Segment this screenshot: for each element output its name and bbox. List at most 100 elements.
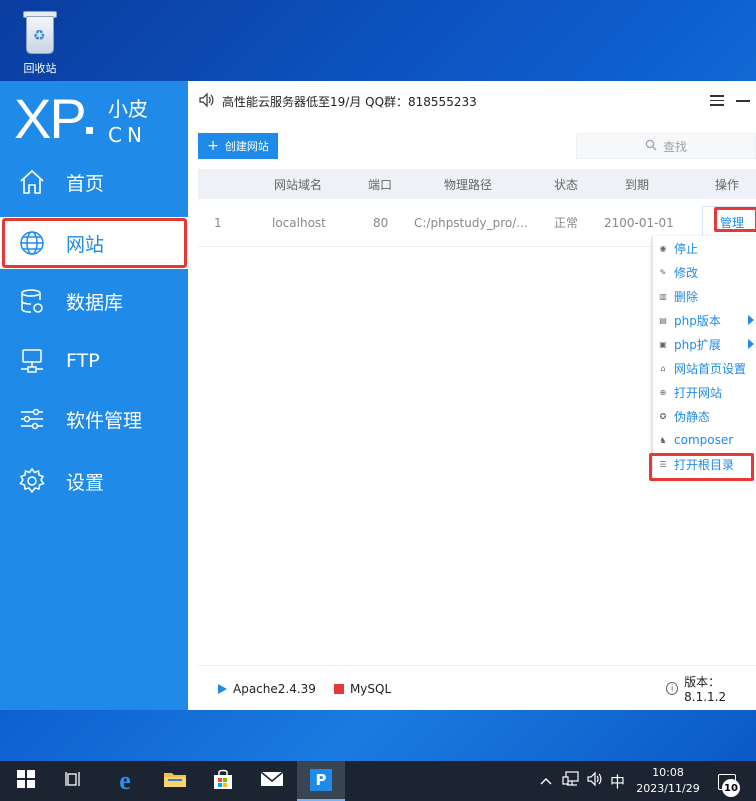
menu-item-label: 删除 <box>674 289 699 304</box>
mail-button[interactable] <box>248 761 296 801</box>
submenu-arrow-icon <box>748 339 754 349</box>
manage-button[interactable]: 管理 <box>702 206 756 238</box>
menu-item-label: 打开根目录 <box>674 457 735 472</box>
sidebar-item-database[interactable]: 数据库 <box>0 275 188 327</box>
phpstudy-taskbar-button[interactable]: P <box>297 761 345 801</box>
info-icon: i <box>666 682 679 695</box>
row-port: 80 <box>373 215 389 230</box>
phpstudy-window: XP 小皮 CN 首页 网站 数据库 FTP 软件管理 设置 高性能云服务器低至… <box>0 81 756 710</box>
recycle-bin-icon: ♻ <box>20 8 60 56</box>
apache-status[interactable]: Apache2.4.39 <box>233 682 316 696</box>
clock-date: 2023/11/29 <box>636 782 700 795</box>
column-header: 端口 <box>368 177 393 192</box>
search-placeholder: 查找 <box>662 139 687 154</box>
menu-item-php-version[interactable]: ▤ php版本 <box>653 308 756 332</box>
task-view-icon <box>65 770 83 792</box>
announcement-text[interactable]: 高性能云服务器低至19/月 QQ群：818555233 <box>222 93 477 110</box>
sidebar-item-label: 软件管理 <box>66 409 143 432</box>
manage-button-label: 管理 <box>719 215 744 230</box>
php-version-icon: ▤ <box>659 315 667 325</box>
windows-icon <box>17 770 35 792</box>
row-index: 1 <box>214 215 222 230</box>
sidebar-item-software[interactable]: 软件管理 <box>0 393 188 445</box>
manage-context-menu: ◉ 停止 ✎ 修改 ▥ 删除 ▤ php版本 ▣ php扩展 ⌂ 网站首页设置 … <box>653 236 756 478</box>
menu-item-rewrite[interactable]: ✪ 伪静态 <box>653 404 756 428</box>
topbar: 高性能云服务器低至19/月 QQ群：818555233 <box>188 81 756 121</box>
trash-icon: ▥ <box>659 291 667 301</box>
phpstudy-app-icon: P <box>310 769 332 791</box>
mail-icon <box>260 770 284 792</box>
taskbar-clock[interactable]: 10:08 2023/11/29 <box>630 765 706 797</box>
globe-icon <box>16 227 48 259</box>
recycle-bin-desktop-icon[interactable]: ♻ 回收站 <box>14 8 66 76</box>
sidebar-item-home[interactable]: 首页 <box>0 156 188 208</box>
submenu-arrow-icon <box>748 315 754 325</box>
task-view-button[interactable] <box>50 761 98 801</box>
row-path: C:/phpstudy_pro/... <box>414 215 528 230</box>
menu-item-homepage-settings[interactable]: ⌂ 网站首页设置 <box>653 356 756 380</box>
folder-list-icon: ☰ <box>659 459 667 469</box>
composer-icon: ♞ <box>659 435 667 445</box>
menu-item-label: 伪静态 <box>674 409 711 424</box>
table-header: 网站域名 端口 物理路径 状态 到期 操作 <box>198 169 756 199</box>
menu-item-php-extension[interactable]: ▣ php扩展 <box>653 332 756 356</box>
logo-bottom: CN <box>108 123 147 147</box>
clock-time: 10:08 <box>652 766 684 779</box>
logo-main: XP <box>14 87 87 150</box>
notification-center-button[interactable]: 10 <box>714 769 740 797</box>
sliders-icon <box>16 403 48 435</box>
ime-indicator[interactable]: 中 <box>610 771 625 792</box>
edge-button[interactable]: e <box>101 761 149 801</box>
menu-item-label: composer <box>674 433 734 447</box>
notification-count-badge: 10 <box>722 779 740 797</box>
menu-item-stop[interactable]: ◉ 停止 <box>653 236 756 260</box>
network-icon[interactable] <box>562 771 580 791</box>
taskbar: e P 中 10:08 2023/11/29 10 <box>0 761 756 801</box>
start-button[interactable] <box>2 761 50 801</box>
create-website-label: 创建网站 <box>224 140 269 153</box>
version-text: 版本：8.1.1.2 <box>684 675 727 704</box>
edge-icon: e <box>119 766 131 795</box>
menu-item-composer[interactable]: ♞ composer <box>653 428 756 452</box>
sidebar-item-settings[interactable]: 设置 <box>0 455 188 507</box>
play-icon <box>218 683 227 694</box>
column-header: 状态 <box>554 177 579 192</box>
ftp-icon <box>16 345 48 377</box>
menu-item-open-site[interactable]: ⊕ 打开网站 <box>653 380 756 404</box>
sidebar-item-ftp[interactable]: FTP <box>0 335 188 387</box>
menu-item-edit[interactable]: ✎ 修改 <box>653 260 756 284</box>
gear-icon <box>16 465 48 497</box>
menu-item-label: 修改 <box>674 265 699 280</box>
sidebar-item-label: 首页 <box>66 172 105 195</box>
sidebar-item-label: 设置 <box>66 471 105 494</box>
folder-icon <box>163 769 187 793</box>
menu-item-label: php版本 <box>674 313 721 328</box>
sidebar: XP 小皮 CN 首页 网站 数据库 FTP 软件管理 设置 <box>0 81 188 710</box>
sidebar-item-label: FTP <box>66 350 100 372</box>
home-icon <box>16 166 48 198</box>
hamburger-menu-icon[interactable] <box>710 95 724 109</box>
file-explorer-button[interactable] <box>151 761 199 801</box>
status-bar: Apache2.4.39 MySQL i 版本：8.1.1.2 <box>188 667 756 710</box>
stop-square-icon <box>333 683 344 694</box>
store-button[interactable] <box>199 761 247 801</box>
logo-top: 小皮 <box>108 97 148 121</box>
minimize-icon[interactable] <box>736 100 750 102</box>
search-input[interactable]: 查找 <box>576 133 756 159</box>
system-tray: 中 <box>540 761 625 801</box>
mysql-status[interactable]: MySQL <box>350 682 391 696</box>
sidebar-item-label: 数据库 <box>66 291 124 314</box>
menu-item-delete[interactable]: ▥ 删除 <box>653 284 756 308</box>
sidebar-item-label: 网站 <box>66 233 105 256</box>
chevron-up-icon[interactable] <box>540 774 552 789</box>
menu-item-label: php扩展 <box>674 337 721 352</box>
row-status: 正常 <box>554 216 579 230</box>
menu-item-open-root[interactable]: ☰ 打开根目录 <box>653 452 756 476</box>
create-website-button[interactable]: + 创建网站 <box>198 133 278 159</box>
volume-icon[interactable] <box>586 771 604 791</box>
menu-item-label: 网站首页设置 <box>674 361 747 376</box>
sidebar-item-websites[interactable]: 网站 <box>0 217 188 269</box>
recycle-bin-label: 回收站 <box>23 62 57 75</box>
app-logo: XP 小皮 CN <box>14 85 184 153</box>
column-header: 操作 <box>715 177 740 192</box>
